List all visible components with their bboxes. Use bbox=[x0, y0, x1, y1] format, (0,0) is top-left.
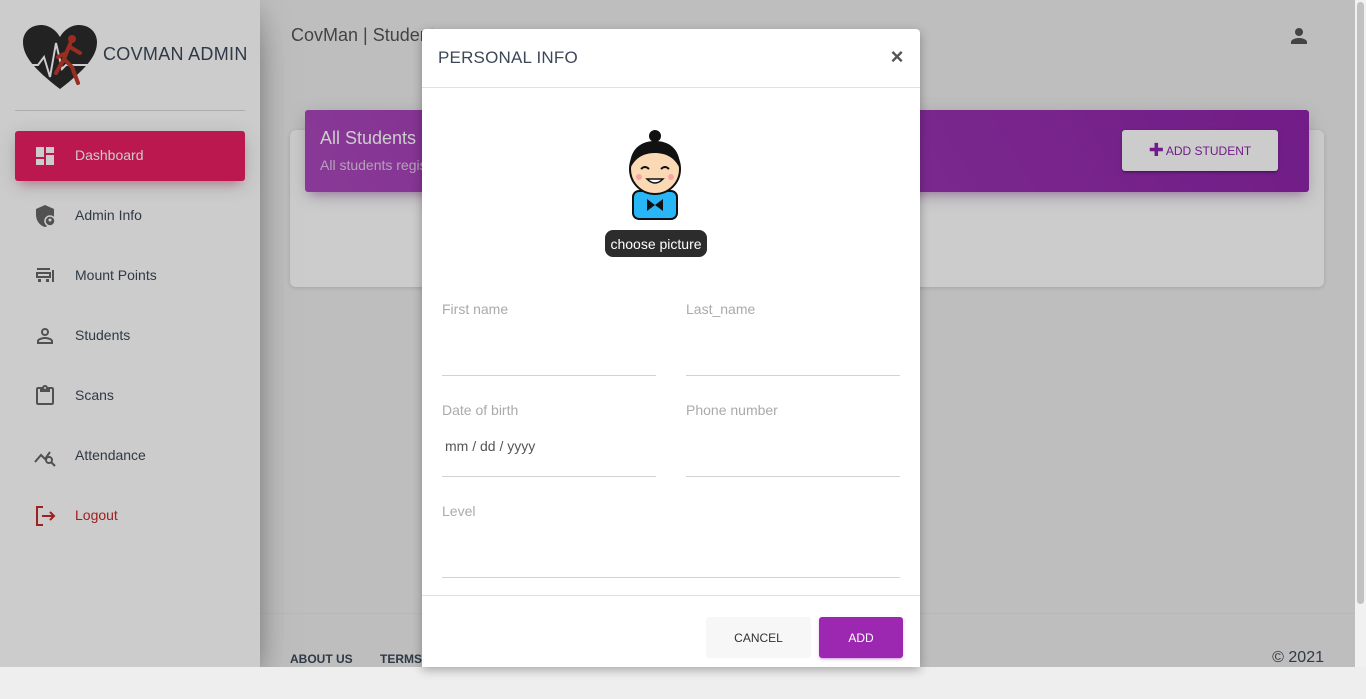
cancel-button[interactable]: CANCEL bbox=[706, 617, 811, 658]
modal-header: PERSONAL INFO × bbox=[422, 29, 920, 88]
scrollbar[interactable] bbox=[1355, 0, 1366, 667]
last-name-field[interactable]: Last_name bbox=[686, 301, 900, 376]
first-name-label: First name bbox=[442, 301, 509, 317]
page-bottom bbox=[0, 667, 1366, 699]
modal-footer: CANCEL ADD bbox=[422, 595, 920, 667]
level-field[interactable]: Level bbox=[442, 503, 900, 578]
phone-number-field[interactable]: Phone number bbox=[686, 402, 900, 477]
student-avatar-image[interactable] bbox=[619, 129, 691, 221]
close-icon[interactable]: × bbox=[888, 46, 906, 68]
level-label: Level bbox=[442, 503, 476, 519]
choose-picture-button[interactable]: choose picture bbox=[605, 230, 707, 257]
date-of-birth-value: mm / dd / yyyy bbox=[445, 438, 536, 454]
date-of-birth-label: Date of birth bbox=[442, 402, 519, 418]
personal-info-modal: PERSONAL INFO × choose picture First nam… bbox=[422, 29, 920, 667]
add-button[interactable]: ADD bbox=[819, 617, 903, 658]
scrollbar-thumb[interactable] bbox=[1357, 2, 1364, 604]
modal-title: PERSONAL INFO bbox=[438, 48, 578, 67]
first-name-field[interactable]: First name bbox=[442, 301, 656, 376]
last-name-label: Last_name bbox=[686, 301, 756, 317]
phone-number-label: Phone number bbox=[686, 402, 778, 418]
date-of-birth-field[interactable]: Date of birth mm / dd / yyyy bbox=[442, 402, 656, 477]
